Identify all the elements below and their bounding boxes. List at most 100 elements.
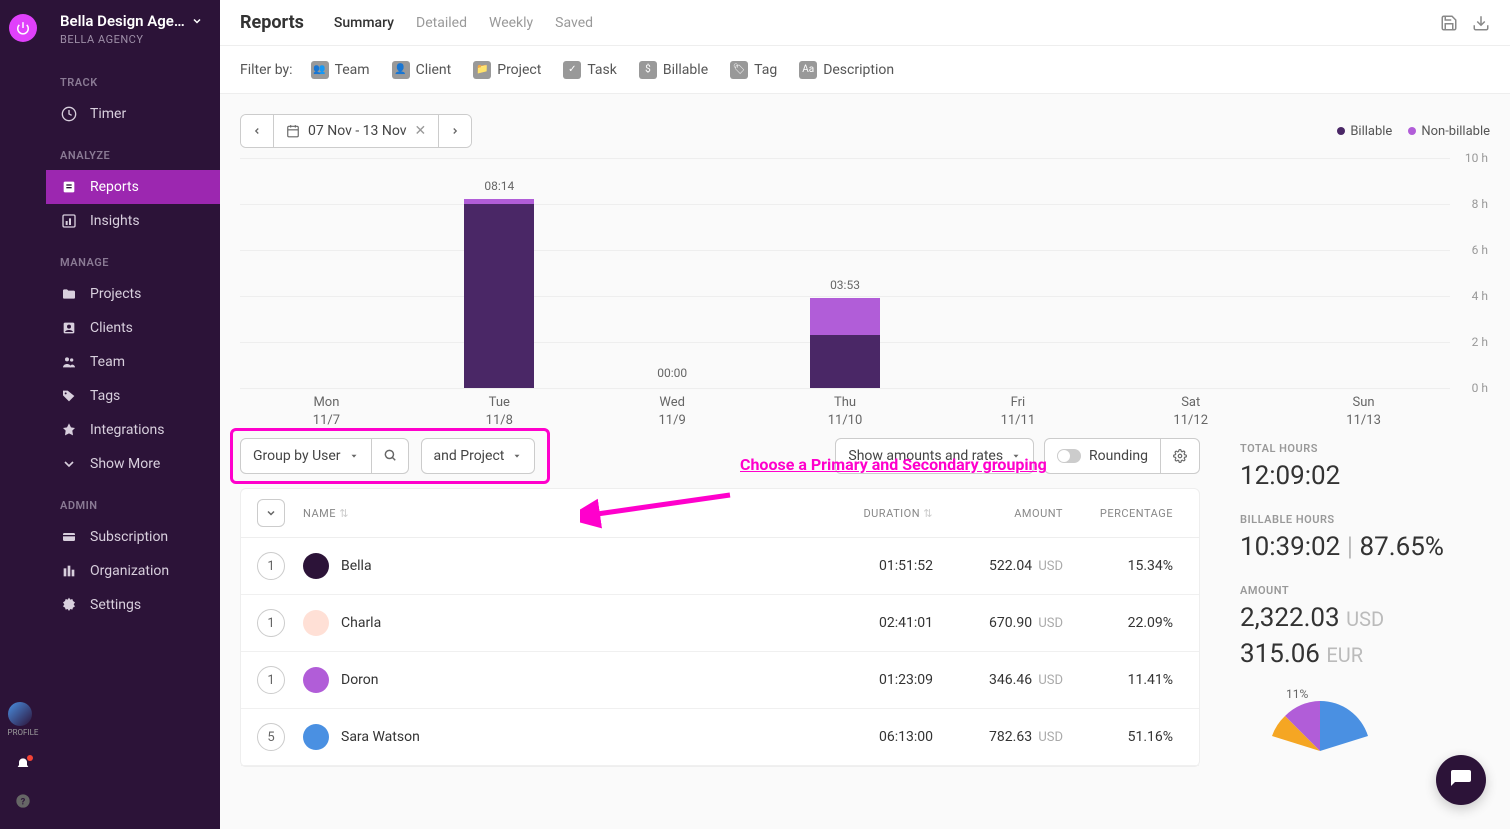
report-tabs: Summary Detailed Weekly Saved xyxy=(334,15,593,31)
filter-team[interactable]: 👥Team xyxy=(311,61,370,79)
filter-task[interactable]: ✓Task xyxy=(563,61,617,79)
row-expand-count[interactable]: 1 xyxy=(257,609,285,637)
chevron-icon xyxy=(60,456,78,472)
sidebar-item-team[interactable]: Team xyxy=(46,345,220,379)
search-group-button[interactable] xyxy=(372,438,409,474)
org-icon xyxy=(60,563,78,579)
chevron-left-icon xyxy=(252,125,262,137)
toggle-switch-icon xyxy=(1057,449,1081,463)
gear-icon xyxy=(1173,449,1187,463)
legend-billable: Billable xyxy=(1350,124,1392,139)
chart-bar[interactable] xyxy=(1277,158,1450,388)
left-rail: PROFILE ? xyxy=(0,0,46,829)
date-prev-button[interactable] xyxy=(241,115,274,147)
table-row[interactable]: 5Sara Watson06:13:00782.63 USD51.16% xyxy=(241,709,1199,766)
sidebar-item-label: Timer xyxy=(90,106,126,122)
top-header: Reports SummaryDetailedWeeklySaved xyxy=(220,0,1510,46)
sidebar-item-tags[interactable]: Tags xyxy=(46,379,220,413)
workspace-sub: BELLA AGENCY xyxy=(60,33,206,46)
rounding-settings-button[interactable] xyxy=(1161,439,1199,473)
chart-bar[interactable] xyxy=(240,158,413,388)
summary-panel: TOTAL HOURS 12:09:02 BILLABLE HOURS 10:3… xyxy=(1240,438,1490,767)
profile-section[interactable]: PROFILE xyxy=(8,702,39,737)
filter-description[interactable]: AaDescription xyxy=(799,61,894,79)
date-next-button[interactable] xyxy=(439,115,471,147)
pie-slice-label: 11% xyxy=(1286,687,1308,701)
rounding-toggle[interactable]: Rounding xyxy=(1045,439,1161,473)
workspace-switcher[interactable]: Bella Design Age… BELLA AGENCY xyxy=(46,0,220,58)
table-row[interactable]: 1Charla02:41:01670.90 USD22.09% xyxy=(241,595,1199,652)
save-report-button[interactable] xyxy=(1440,14,1458,32)
sidebar-item-settings[interactable]: Settings xyxy=(46,588,220,622)
amount-eur-value: 315.06 EUR xyxy=(1240,639,1490,669)
total-hours-label: TOTAL HOURS xyxy=(1240,442,1490,455)
column-header-amount[interactable]: AMOUNT xyxy=(933,507,1063,520)
download-button[interactable] xyxy=(1472,14,1490,32)
sidebar-item-projects[interactable]: Projects xyxy=(46,277,220,311)
table-row[interactable]: 1Doron01:23:09346.46 USD11.41% xyxy=(241,652,1199,709)
y-tick-label: 10 h xyxy=(1465,151,1488,165)
filter-billable[interactable]: $Billable xyxy=(639,61,708,79)
chat-button[interactable] xyxy=(1436,755,1486,805)
date-range-text: 07 Nov - 13 Nov xyxy=(308,123,407,139)
search-icon xyxy=(383,448,397,462)
sidebar-item-timer[interactable]: Timer xyxy=(46,97,220,131)
row-expand-count[interactable]: 1 xyxy=(257,552,285,580)
tab-detailed[interactable]: Detailed xyxy=(416,15,467,31)
sidebar-item-insights[interactable]: Insights xyxy=(46,204,220,238)
sidebar-item-integrations[interactable]: Integrations xyxy=(46,413,220,447)
avatar xyxy=(303,553,329,579)
filter-project[interactable]: 📁Project xyxy=(473,61,541,79)
row-amount: 522.04 USD xyxy=(933,558,1063,574)
bar-value-label: 03:53 xyxy=(830,278,860,292)
help-button[interactable]: ? xyxy=(15,793,31,809)
sidebar-item-clients[interactable]: Clients xyxy=(46,311,220,345)
tab-saved[interactable]: Saved xyxy=(555,15,593,31)
bar-value-label: 08:14 xyxy=(484,179,514,193)
chart-bar[interactable] xyxy=(931,158,1104,388)
notifications-button[interactable] xyxy=(15,757,31,773)
filter-icon: $ xyxy=(639,61,657,79)
chart-bar[interactable] xyxy=(1104,158,1277,388)
billable-hours-label: BILLABLE HOURS xyxy=(1240,513,1490,526)
row-amount: 782.63 USD xyxy=(933,729,1063,745)
team-icon xyxy=(60,354,78,370)
secondary-group-dropdown[interactable]: and Project xyxy=(421,438,536,474)
date-clear-button[interactable]: ✕ xyxy=(415,123,427,139)
chart-bar[interactable]: 03:53 xyxy=(759,158,932,388)
card-icon xyxy=(60,529,78,545)
row-expand-count[interactable]: 5 xyxy=(257,723,285,751)
chart-bar[interactable]: 08:14 xyxy=(413,158,586,388)
date-range-display[interactable]: 07 Nov - 13 Nov ✕ xyxy=(274,115,439,147)
main-content: Reports SummaryDetailedWeeklySaved Filte… xyxy=(220,0,1510,829)
row-expand-count[interactable]: 1 xyxy=(257,666,285,694)
tab-summary[interactable]: Summary xyxy=(334,15,394,31)
y-tick-label: 6 h xyxy=(1472,243,1488,257)
avatar xyxy=(303,610,329,636)
y-tick-label: 2 h xyxy=(1472,335,1488,349)
filter-client[interactable]: 👤Client xyxy=(392,61,452,79)
x-tick-label: Sun11/13 xyxy=(1277,394,1450,438)
power-button[interactable] xyxy=(9,14,37,42)
x-tick-label: Sat11/12 xyxy=(1104,394,1277,438)
date-range-picker: 07 Nov - 13 Nov ✕ xyxy=(240,114,472,148)
sidebar-item-organization[interactable]: Organization xyxy=(46,554,220,588)
sidebar-item-subscription[interactable]: Subscription xyxy=(46,520,220,554)
sidebar-item-show-more[interactable]: Show More xyxy=(46,447,220,481)
chart-bar[interactable]: 00:00 xyxy=(586,158,759,388)
column-header-percentage[interactable]: PERCENTAGE xyxy=(1063,507,1183,520)
filter-tag[interactable]: 🏷Tag xyxy=(730,61,777,79)
hours-chart: 0 h2 h4 h6 h8 h10 h 08:1400:0003:53 Mon1… xyxy=(240,158,1490,438)
row-name: Doron xyxy=(341,672,803,688)
filter-icon: Aa xyxy=(799,61,817,79)
sidebar-item-reports[interactable]: Reports xyxy=(46,170,220,204)
y-tick-label: 0 h xyxy=(1472,381,1488,395)
y-tick-label: 8 h xyxy=(1472,197,1488,211)
row-percentage: 51.16% xyxy=(1063,729,1183,745)
table-row[interactable]: 1Bella01:51:52522.04 USD15.34% xyxy=(241,538,1199,595)
pie-icon xyxy=(1240,691,1400,751)
group-by-dropdown[interactable]: Group by User xyxy=(240,438,372,474)
column-header-duration[interactable]: DURATION ⇅ xyxy=(803,507,933,520)
tab-weekly[interactable]: Weekly xyxy=(489,15,533,31)
expand-all-button[interactable] xyxy=(257,499,285,527)
